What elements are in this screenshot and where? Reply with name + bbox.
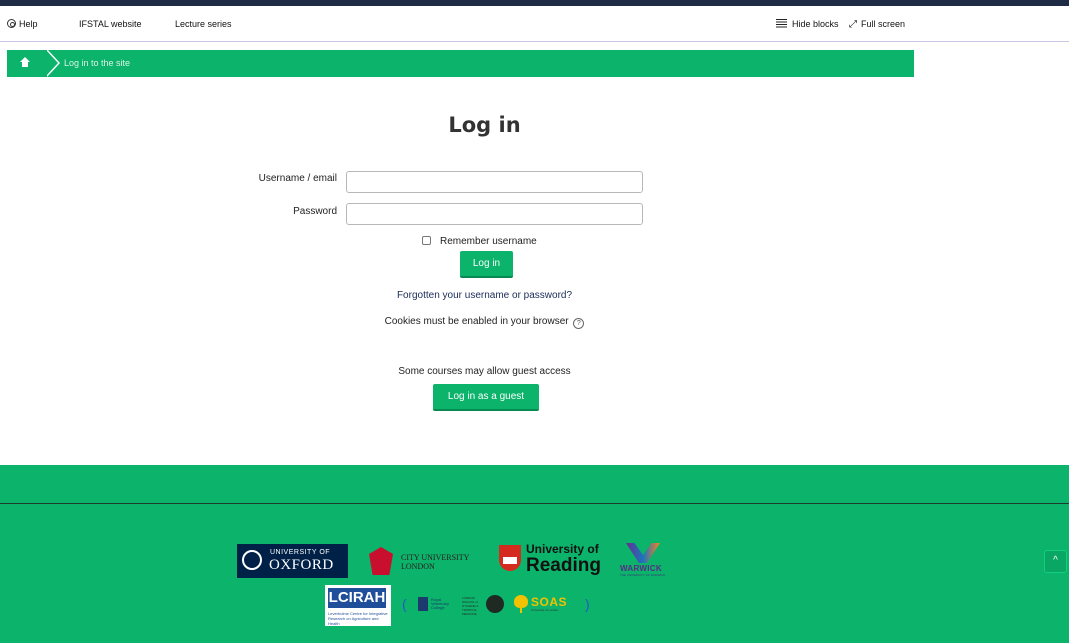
lcirah-logo-text: LCIRAH [328,588,386,608]
soas-logo-subtext: University of London [531,608,559,612]
forgot-password-link[interactable]: Forgotten your username or password? [0,290,969,301]
password-input[interactable] [346,203,643,225]
city-logo-line2: LONDON [401,562,435,571]
cookies-text: Cookies must be enabled in your browser [384,316,569,327]
rvc-mark-icon [418,597,428,611]
logo-group-open-paren: ( [402,596,407,612]
top-navigation: Help IFSTAL website Lecture series Hide … [0,6,1069,42]
lshtm-seal-icon [486,595,504,613]
footer-divider [0,503,1069,504]
logo-group-close-paren: ) [585,596,590,612]
password-label: Password [293,206,337,217]
oxford-logo[interactable]: UNIVERSITY OF OXFORD [237,544,348,578]
hide-blocks-button[interactable]: Hide blocks [776,19,839,29]
rvc-logo-text: Royal Veterinary College [431,597,450,610]
soas-logo[interactable]: SOAS University of London [514,594,576,614]
city-logo-line1: CITY UNIVERSITY [401,553,470,562]
help-label: Help [19,19,38,29]
lecture-series-link[interactable]: Lecture series [175,19,232,29]
lcirah-logo[interactable]: LCIRAH Leverhulme Centre for Integrative… [325,585,391,626]
expand-arrows-icon: ⤢ [849,19,857,30]
breadcrumb-separator [46,49,61,77]
rvc-logo[interactable]: Royal Veterinary College [418,595,456,613]
guest-login-button[interactable]: Log in as a guest [433,384,539,411]
login-button[interactable]: Log in [460,251,513,278]
help-link[interactable]: Help [7,19,38,29]
remember-username-label: Remember username [440,236,537,247]
reading-shield-icon [499,545,521,571]
city-university-logo[interactable]: CITY UNIVERSITY LONDON [369,545,481,577]
reading-logo[interactable]: University of Reading [499,541,601,579]
home-icon[interactable] [19,57,32,69]
reading-logo-line1: University of [526,542,599,556]
full-screen-label: Full screen [861,19,906,29]
full-screen-button[interactable]: ⤢ Full screen [849,19,905,30]
warwick-w-icon [626,543,660,563]
city-crest-icon [369,547,393,575]
guest-access-text: Some courses may allow guest access [398,366,571,377]
remember-username-row[interactable]: Remember username [422,236,537,247]
warwick-logo-subtext: THE UNIVERSITY OF WARWICK [620,573,666,577]
cookies-notice: Cookies must be enabled in your browser … [0,316,969,329]
soas-tree-trunk [520,607,522,613]
oxford-crest-icon [242,550,262,570]
reading-logo-line2: Reading [526,555,601,576]
breadcrumb-current: Log in to the site [64,58,131,68]
lcirah-logo-subtext: Leverhulme Centre for Integrative Resear… [328,611,388,626]
lshtm-logo-text: LONDON SCHOOL of HYGIENE & TROPICAL MEDI… [462,596,479,616]
footer: UNIVERSITY OF OXFORD CITY UNIVERSITY LON… [0,465,1069,643]
oxford-logo-line2: OXFORD [269,557,334,573]
page-title: Log in [448,113,521,137]
list-indent-icon [776,19,787,28]
lifebuoy-icon [7,19,16,28]
username-label: Username / email [258,173,337,184]
help-question-icon[interactable]: ? [573,318,585,329]
warwick-logo[interactable]: WARWICK THE UNIVERSITY OF WARWICK [618,543,672,579]
username-input[interactable] [346,171,643,193]
ifstal-website-link[interactable]: IFSTAL website [79,19,142,29]
breadcrumb: Log in to the site [7,49,914,77]
lshtm-logo[interactable]: LONDON SCHOOL of HYGIENE & TROPICAL MEDI… [462,594,505,616]
warwick-logo-text: WARWICK [620,564,662,573]
oxford-logo-line1: UNIVERSITY OF [270,549,331,556]
soas-logo-text: SOAS [531,595,568,609]
back-to-top-button[interactable]: ^ [1044,550,1067,573]
remember-username-checkbox[interactable] [422,236,431,245]
hide-blocks-label: Hide blocks [792,19,839,29]
